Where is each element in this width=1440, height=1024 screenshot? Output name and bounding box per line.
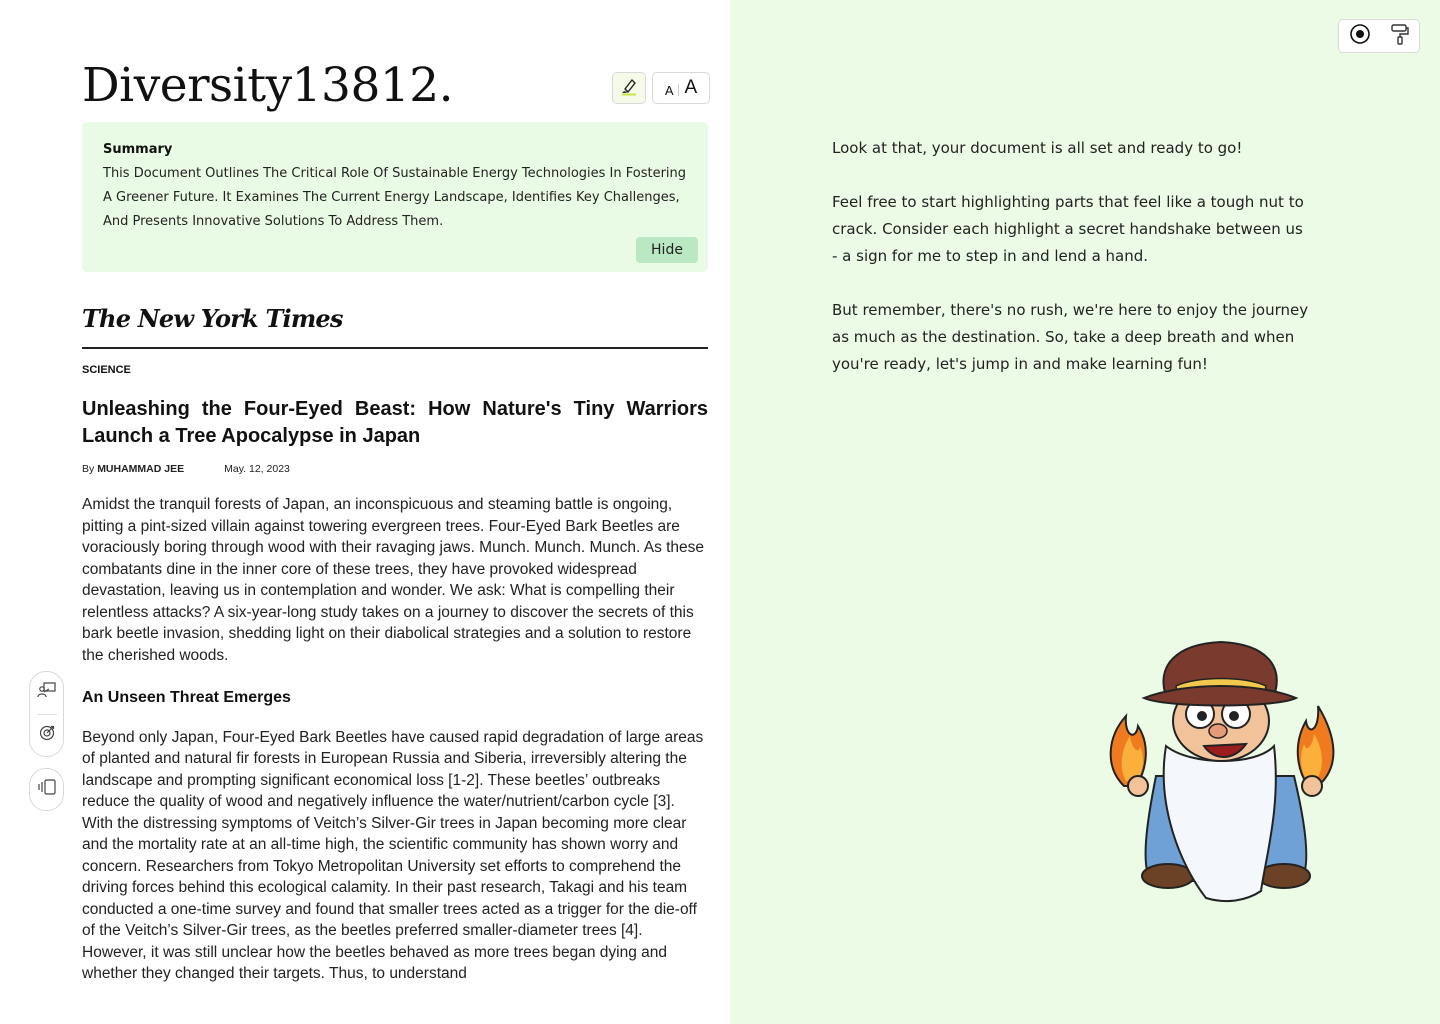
article-paragraph: Amidst the tranquil forests of Japan, an…	[82, 496, 705, 664]
publish-date: May. 12, 2023	[224, 463, 290, 475]
section-label: SCIENCE	[82, 364, 131, 376]
highlighter-icon	[619, 76, 639, 101]
author-name: MUHAMMAD JEE	[97, 463, 185, 475]
summary-text: This Document Outlines The Critical Role…	[103, 166, 687, 229]
publication-logo: The New York Times	[82, 304, 343, 333]
hide-summary-button[interactable]: Hide	[636, 237, 698, 263]
assistant-toolbar	[1338, 19, 1420, 53]
summary-label: Summary	[103, 142, 173, 157]
presenter-button[interactable]	[29, 672, 64, 714]
sidebar-toggle-button[interactable]	[29, 768, 64, 811]
wizard-mascot	[1096, 636, 1356, 906]
target-button[interactable]	[29, 714, 64, 756]
record-button[interactable]	[1349, 23, 1371, 50]
assistant-message: Look at that, your document is all set a…	[832, 135, 1312, 405]
document-title: Diversity13812.	[82, 58, 454, 113]
paint-roller-icon	[1390, 23, 1410, 49]
paint-roller-button[interactable]	[1390, 23, 1410, 50]
font-size-divider	[678, 83, 680, 96]
target-icon	[38, 724, 56, 747]
author-line: By MUHAMMAD JEE	[82, 463, 184, 475]
assistant-message-line: Look at that, your document is all set a…	[832, 139, 1243, 157]
presenter-icon	[36, 681, 57, 704]
sidebar-toggle-icon	[37, 778, 57, 801]
font-size-large-label[interactable]: A	[684, 77, 697, 99]
record-icon	[1349, 23, 1371, 49]
article-body: Amidst the tranquil forests of Japan, an…	[82, 494, 708, 1006]
document-panel: Diversity13812. A A Summary This Documen…	[0, 0, 730, 1024]
font-size-small-label[interactable]: A	[665, 83, 674, 98]
side-tool-group	[29, 671, 64, 757]
assistant-message-line: Feel free to start highlighting parts th…	[832, 193, 1304, 265]
font-size-button[interactable]: A A	[652, 72, 710, 104]
byline: By MUHAMMAD JEE May. 12, 2023	[82, 463, 290, 475]
article-paragraph: Beyond only Japan, Four-Eyed Bark Beetle…	[82, 728, 704, 983]
side-tool-rail	[29, 671, 64, 811]
byline-prefix: By	[82, 463, 95, 475]
assistant-message-line: But remember, there's no rush, we're her…	[832, 301, 1309, 373]
document-toolbar: A A	[612, 72, 710, 104]
article-headline: Unleashing the Four-Eyed Beast: How Natu…	[82, 398, 708, 447]
article-subheading: An Unseen Threat Emerges	[82, 689, 291, 706]
summary-box: Summary This Document Outlines The Criti…	[82, 122, 708, 272]
masthead-rule	[82, 347, 708, 349]
highlighter-button[interactable]	[612, 72, 646, 104]
assistant-panel: Look at that, your document is all set a…	[730, 0, 1440, 1024]
